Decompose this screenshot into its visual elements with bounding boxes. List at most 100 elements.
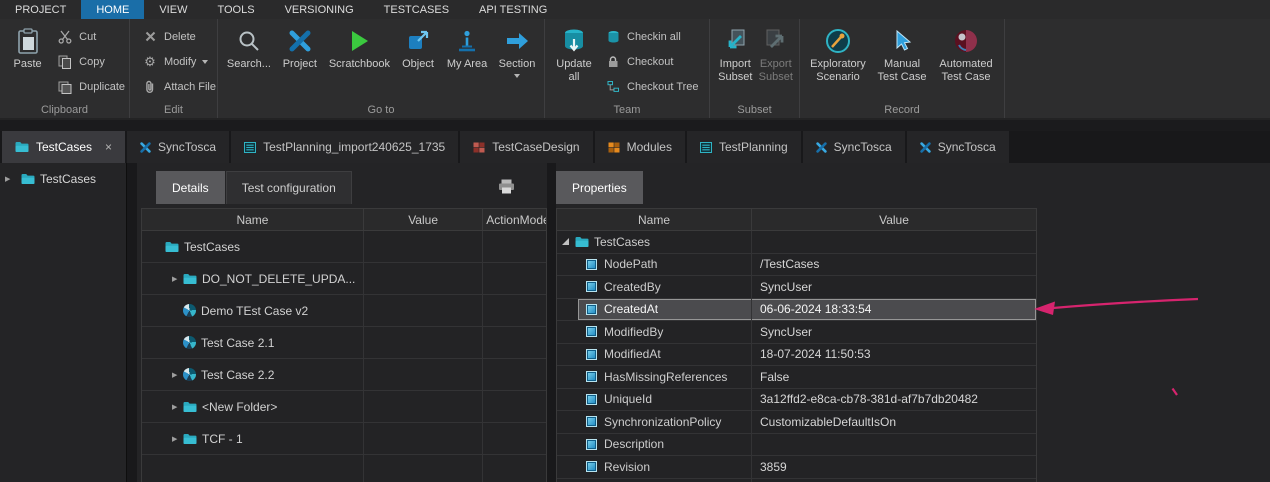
copy-icon xyxy=(57,55,73,69)
chevron-down-icon xyxy=(514,74,520,78)
property-row[interactable]: HasMissingReferencesFalse xyxy=(557,366,1036,389)
tab-synctosca[interactable]: SyncTosca xyxy=(803,131,905,163)
sidebar-item-testcases[interactable]: ▶ TestCases xyxy=(0,169,126,189)
tree-row[interactable]: ▶Test Case 2.2 xyxy=(142,359,546,391)
property-row[interactable]: CreatedBySyncUser xyxy=(557,276,1036,299)
property-row[interactable]: SynchronizationPolicyCustomizableDefault… xyxy=(557,411,1036,434)
menu-api-testing[interactable]: API TESTING xyxy=(464,0,562,19)
menu-testcases[interactable]: TESTCASES xyxy=(369,0,464,19)
object-button[interactable]: Object xyxy=(396,21,440,102)
ribbon-spacer xyxy=(1005,19,1270,118)
my-area-button[interactable]: My Area xyxy=(443,21,491,102)
cut-label: Cut xyxy=(79,31,96,43)
menu-project[interactable]: PROJECT xyxy=(0,0,81,19)
tab-synctosca[interactable]: SyncTosca xyxy=(127,131,229,163)
print-icon[interactable] xyxy=(498,179,515,197)
manual-test-case-button[interactable]: Manual Test Case xyxy=(873,21,931,102)
automated-test-case-button[interactable]: Automated Test Case xyxy=(934,21,998,102)
property-row[interactable]: ModifiedAt18-07-2024 11:50:53 xyxy=(557,344,1036,367)
duplicate-label: Duplicate xyxy=(79,81,125,93)
property-name: HasMissingReferences xyxy=(604,370,727,384)
project-button[interactable]: Project xyxy=(277,21,323,102)
scratchbook-button[interactable]: Scratchbook xyxy=(326,21,393,102)
cut-button[interactable]: Cut xyxy=(57,29,125,44)
menu-tools[interactable]: TOOLS xyxy=(202,0,269,19)
project-label: Project xyxy=(283,58,317,71)
checkin-all-button[interactable]: Checkin all xyxy=(605,29,699,44)
tab-synctosca[interactable]: SyncTosca xyxy=(907,131,1009,163)
group-label-clipboard: Clipboard xyxy=(0,104,129,116)
group-label-goto: Go to xyxy=(218,104,544,116)
tree-row[interactable]: ▶<New Folder> xyxy=(142,391,546,423)
property-row[interactable]: UniqueId3a12ffd2-e8ca-cb78-381d-af7b7db2… xyxy=(557,389,1036,412)
expand-arrow-icon[interactable]: ▶ xyxy=(172,403,183,411)
menu-versioning[interactable]: VERSIONING xyxy=(270,0,369,19)
expand-arrow-icon[interactable]: ▶ xyxy=(5,175,16,183)
cut-icon xyxy=(57,30,73,44)
attach-file-button[interactable]: Attach File xyxy=(142,79,216,94)
properties-grid: Name Value TestCasesNodePath/TestCasesCr… xyxy=(556,208,1037,482)
property-value: SyncUser xyxy=(752,321,1036,343)
menu-home[interactable]: HOME xyxy=(81,0,144,19)
properties-root-row[interactable]: TestCases xyxy=(557,231,1036,254)
tree-item-label: Demo TEst Case v2 xyxy=(201,304,308,318)
delete-button[interactable]: Delete xyxy=(142,29,216,44)
copy-button[interactable]: Copy xyxy=(57,54,125,69)
tab-testcases[interactable]: TestCases× xyxy=(2,131,125,163)
property-icon xyxy=(586,394,597,405)
column-header-value: Value xyxy=(752,209,1036,230)
exploratory-scenario-button[interactable]: Exploratory Scenario xyxy=(806,21,870,102)
tab-properties[interactable]: Properties xyxy=(556,171,643,204)
chevron-down-icon xyxy=(202,60,208,64)
tree-row[interactable]: Test Case 2.1 xyxy=(142,327,546,359)
property-row[interactable]: ModifiedBySyncUser xyxy=(557,321,1036,344)
duplicate-icon xyxy=(57,80,73,94)
ribbon-group-record: Exploratory Scenario Manual Test Case Au… xyxy=(800,19,1005,118)
menu-view[interactable]: VIEW xyxy=(144,0,202,19)
property-row[interactable]: Description xyxy=(557,434,1036,457)
tab-modules[interactable]: Modules xyxy=(595,131,685,163)
search-button[interactable]: Search... xyxy=(224,21,274,102)
paperclip-icon xyxy=(142,80,158,94)
paste-button[interactable]: Paste xyxy=(6,21,49,102)
close-icon[interactable]: × xyxy=(105,140,112,154)
tab-testcasedesign[interactable]: TestCaseDesign xyxy=(460,131,592,163)
tab-testplanning_import240625_1735[interactable]: TestPlanning_import240625_1735 xyxy=(231,131,458,163)
checkout-button[interactable]: Checkout xyxy=(605,54,699,69)
property-value: /TestCases xyxy=(752,254,1036,276)
update-all-button[interactable]: Update all xyxy=(551,21,597,102)
tosca-icon xyxy=(140,142,151,153)
tab-details[interactable]: Details xyxy=(156,171,225,204)
property-row[interactable]: NodePath/TestCases xyxy=(557,254,1036,277)
expand-arrow-icon[interactable]: ▶ xyxy=(172,371,183,379)
section-icon xyxy=(504,24,530,58)
property-row[interactable]: Revision3859 xyxy=(557,456,1036,479)
checkout-tree-label: Checkout Tree xyxy=(627,81,699,93)
property-row[interactable] xyxy=(557,479,1036,482)
grid-red-icon xyxy=(473,142,485,153)
tab-test-configuration[interactable]: Test configuration xyxy=(226,171,352,204)
modify-button[interactable]: ⚙ Modify xyxy=(142,54,216,69)
checkout-tree-button[interactable]: Checkout Tree xyxy=(605,79,699,94)
ribbon-group-team: Update all Checkin all Checkout Checkout… xyxy=(545,19,710,118)
export-subset-icon xyxy=(764,24,788,58)
section-button[interactable]: Section xyxy=(494,21,540,102)
tree-row[interactable]: Demo TEst Case v2 xyxy=(142,295,546,327)
collapse-arrow-icon[interactable] xyxy=(562,238,569,245)
import-subset-button[interactable]: Import Subset xyxy=(716,21,755,102)
search-icon xyxy=(237,24,261,58)
property-row[interactable]: CreatedAt06-06-2024 18:33:54 xyxy=(557,299,1036,322)
property-icon xyxy=(586,326,597,337)
expand-arrow-icon[interactable]: ▶ xyxy=(172,435,183,443)
tree-row-name-cell: Demo TEst Case v2 xyxy=(142,295,364,326)
tab-testplanning[interactable]: TestPlanning xyxy=(687,131,801,163)
export-subset-button[interactable]: Export Subset xyxy=(757,21,796,102)
duplicate-button[interactable]: Duplicate xyxy=(57,79,125,94)
checkin-all-label: Checkin all xyxy=(627,31,681,43)
expand-arrow-icon[interactable]: ▶ xyxy=(172,275,183,283)
tree-row[interactable]: ▶TCF - 1 xyxy=(142,423,546,455)
testcase-icon xyxy=(183,368,196,381)
tree-row[interactable]: ▶DO_NOT_DELETE_UPDA... xyxy=(142,263,546,295)
column-header-name: Name xyxy=(142,209,364,230)
tree-row[interactable]: TestCases xyxy=(142,231,546,263)
